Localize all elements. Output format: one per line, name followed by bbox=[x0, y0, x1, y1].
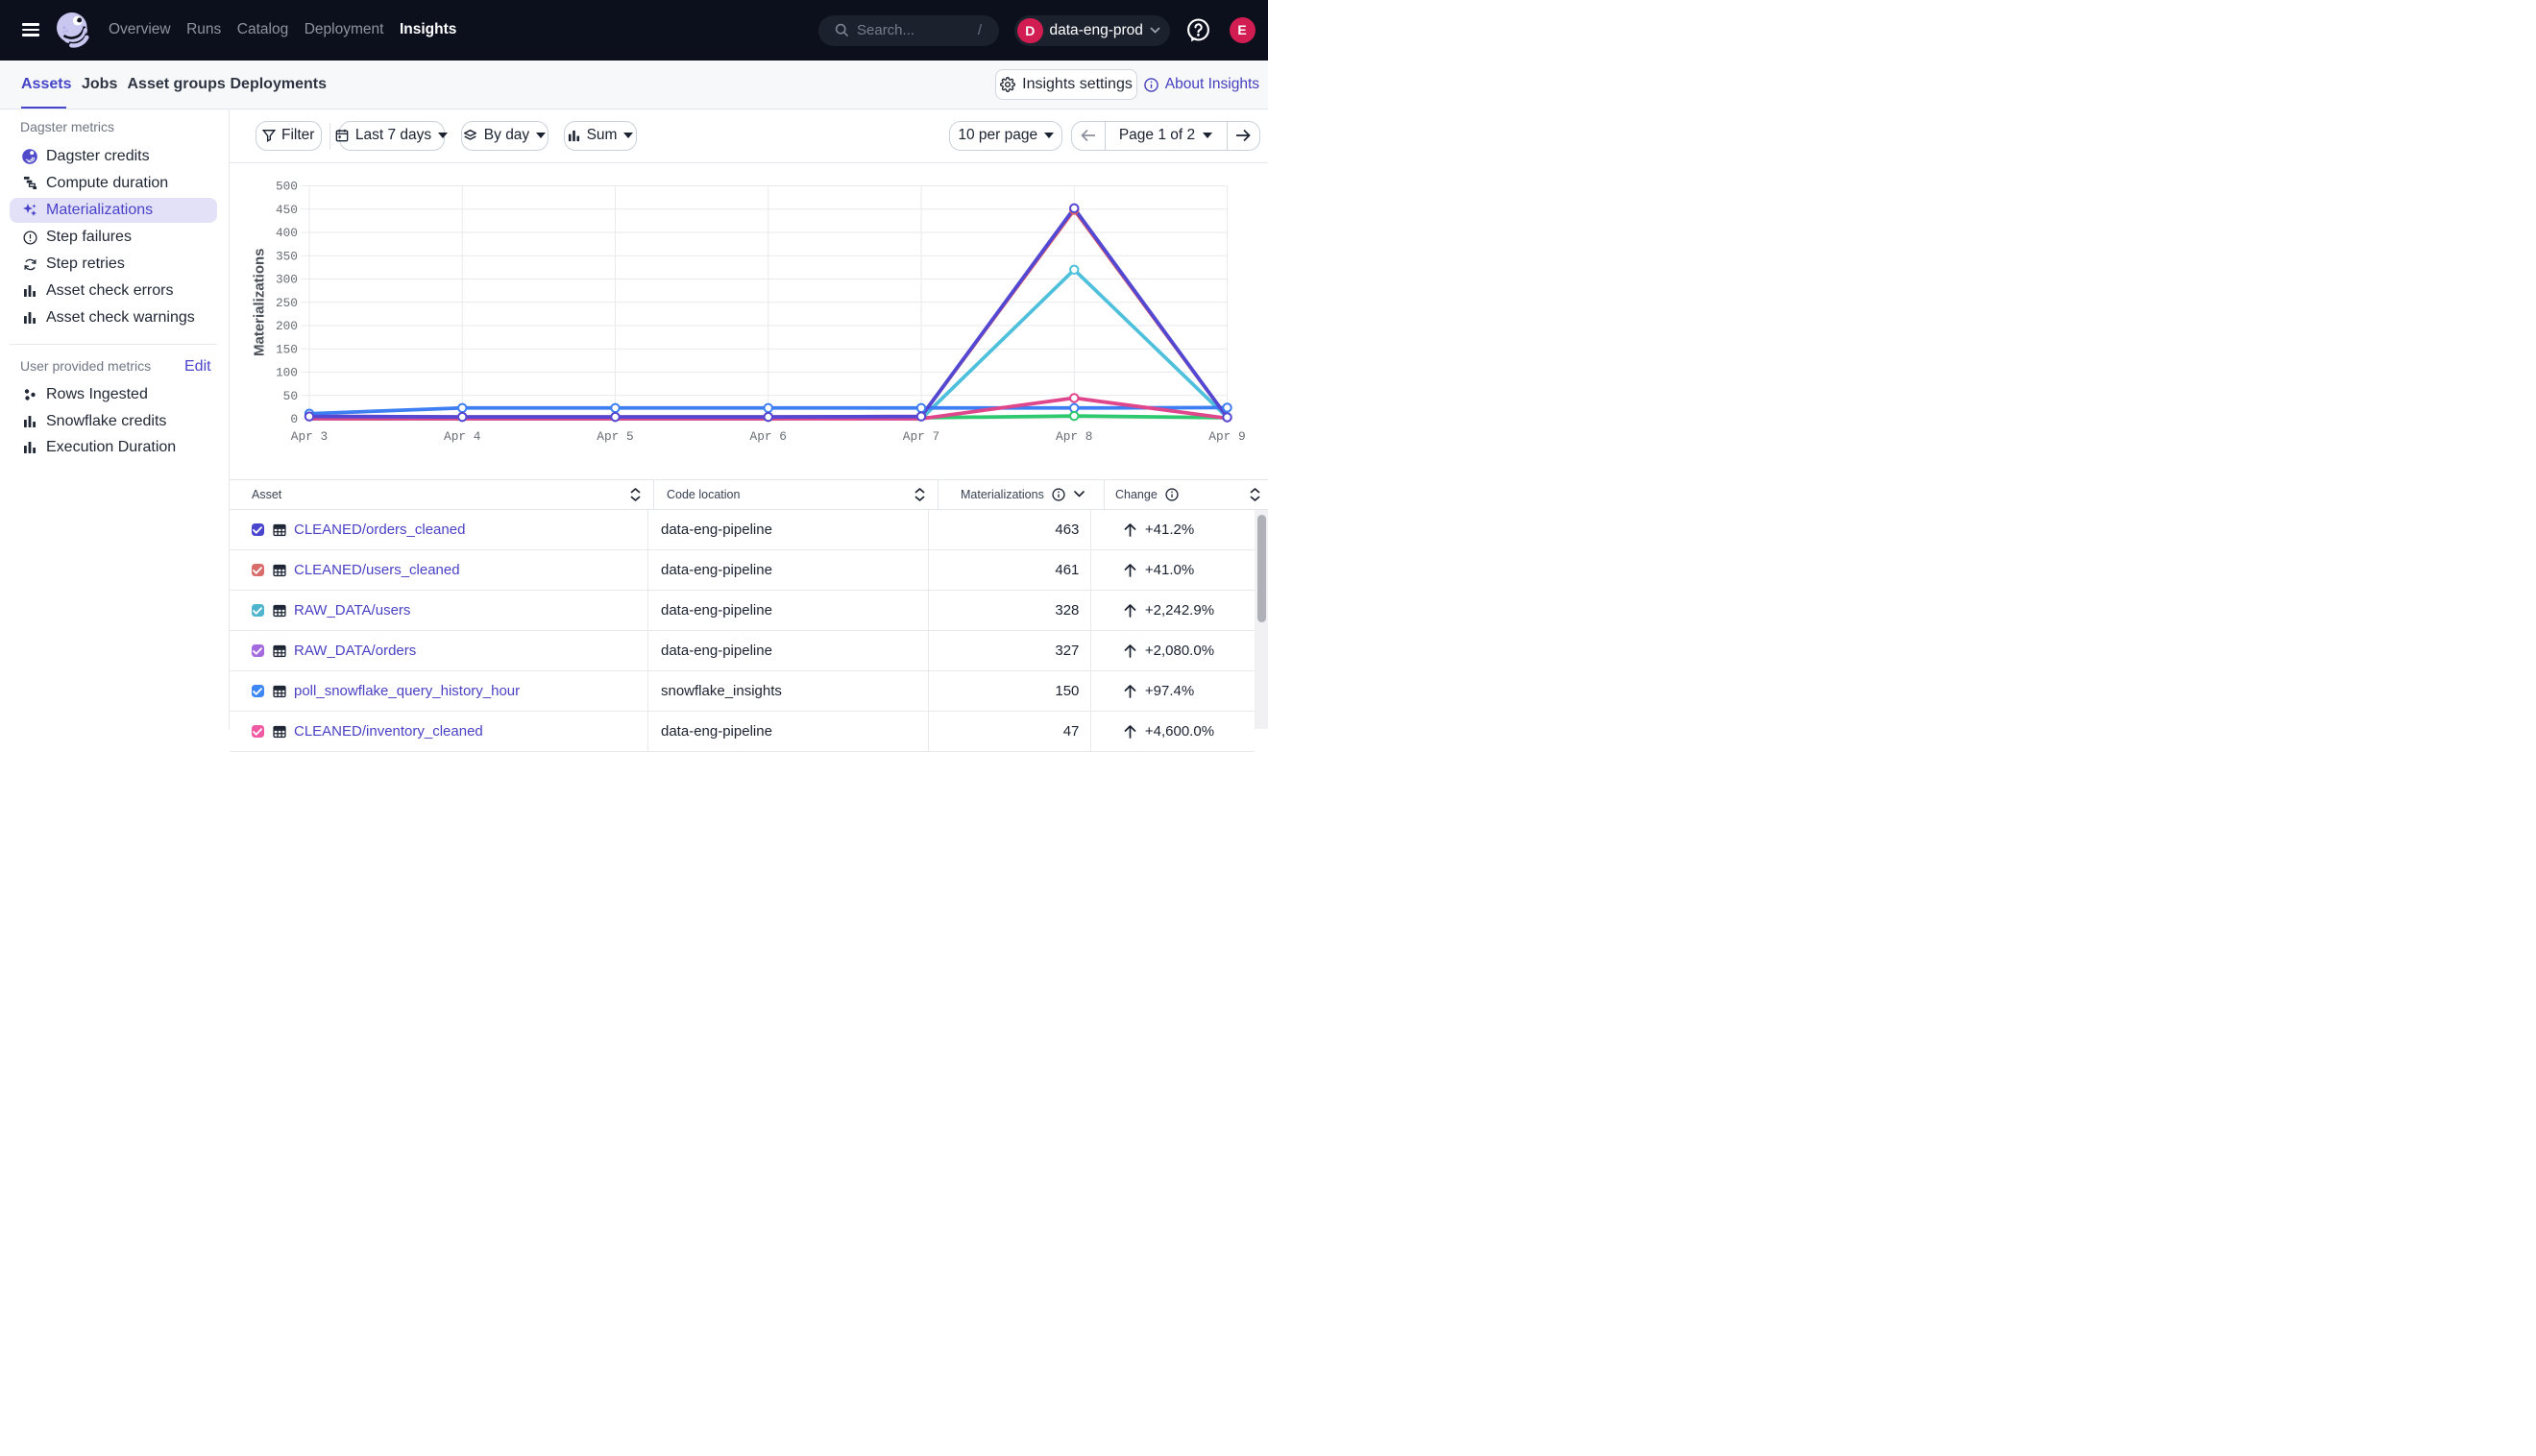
svg-text:200: 200 bbox=[276, 319, 298, 333]
svg-text:400: 400 bbox=[276, 226, 298, 240]
svg-text:150: 150 bbox=[276, 342, 298, 356]
svg-text:Apr 7: Apr 7 bbox=[903, 429, 939, 444]
svg-text:Apr 5: Apr 5 bbox=[597, 429, 633, 444]
svg-text:450: 450 bbox=[276, 202, 298, 216]
svg-text:Apr 8: Apr 8 bbox=[1056, 429, 1092, 444]
svg-text:Apr 6: Apr 6 bbox=[750, 429, 787, 444]
svg-text:500: 500 bbox=[276, 179, 298, 193]
svg-text:250: 250 bbox=[276, 295, 298, 309]
svg-text:300: 300 bbox=[276, 272, 298, 286]
svg-text:Apr 3: Apr 3 bbox=[291, 429, 328, 444]
svg-text:350: 350 bbox=[276, 249, 298, 263]
svg-text:Apr 4: Apr 4 bbox=[444, 429, 481, 444]
svg-text:0: 0 bbox=[290, 412, 298, 426]
svg-text:Apr 9: Apr 9 bbox=[1208, 429, 1245, 444]
svg-text:Materializations: Materializations bbox=[252, 248, 268, 356]
svg-text:50: 50 bbox=[283, 388, 298, 402]
svg-text:100: 100 bbox=[276, 365, 298, 379]
